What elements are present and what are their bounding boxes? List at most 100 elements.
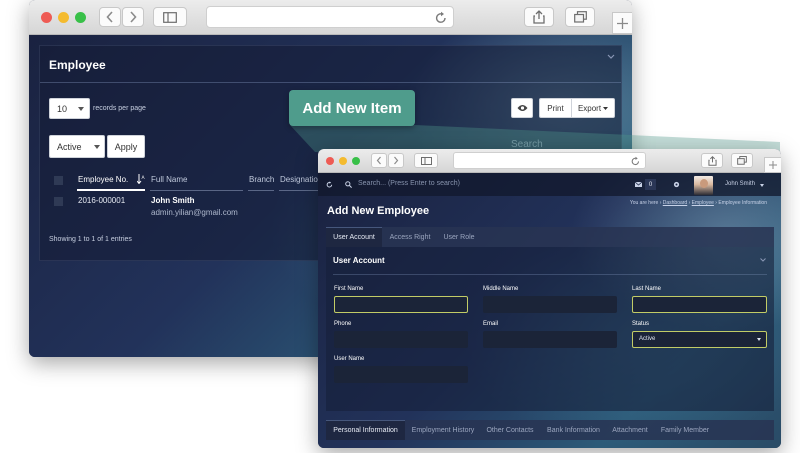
reload-icon[interactable]: [631, 156, 640, 166]
breadcrumb-dashboard[interactable]: Dashboard: [663, 200, 687, 206]
dropdown-caret-icon: [760, 184, 764, 187]
refresh-icon[interactable]: [326, 181, 333, 188]
tab-attachment[interactable]: Attachment: [608, 420, 652, 440]
form-tab-bar: User Account Access Right User Role: [326, 227, 774, 247]
status-label: Status: [632, 321, 650, 327]
column-header-full-name[interactable]: Full Name: [150, 173, 243, 191]
dropdown-caret-icon: [94, 145, 100, 149]
table-row[interactable]: 2016-000001 John Smith admin.yilian@gmai…: [49, 194, 349, 222]
forward-arrow-button[interactable]: [122, 7, 144, 27]
tab-user-role[interactable]: User Role: [437, 227, 481, 247]
column-header-employee-no[interactable]: Employee No. A: [77, 173, 145, 191]
app-header: Search... (Press Enter to search) 0 John…: [318, 173, 781, 196]
avatar-face: [700, 179, 708, 188]
user-name-label: User Name: [334, 356, 365, 362]
plus-icon: [617, 17, 628, 29]
chevron-right-icon: [394, 156, 399, 165]
reload-icon[interactable]: [435, 11, 447, 24]
forward-arrow-button[interactable]: [388, 153, 404, 168]
eye-icon: [517, 105, 528, 111]
user-menu[interactable]: John Smith: [694, 174, 774, 195]
status-select[interactable]: Active: [632, 331, 767, 348]
add-new-item-callout[interactable]: Add New Item: [289, 90, 415, 126]
share-icon: [707, 155, 717, 166]
column-header-branch[interactable]: Branch: [248, 173, 274, 191]
section-divider: [333, 274, 767, 275]
email-label: Email: [483, 321, 499, 327]
chevron-left-icon: [106, 11, 113, 23]
sidebar-toggle-button[interactable]: [414, 153, 438, 168]
export-button[interactable]: Export: [571, 98, 615, 118]
tab-family-member[interactable]: Family Member: [655, 420, 715, 440]
minimize-dot[interactable]: [58, 12, 69, 23]
tab-user-account[interactable]: User Account: [326, 227, 382, 247]
front-browser-window: Search... (Press Enter to search) 0 John…: [318, 149, 781, 448]
gear-icon[interactable]: [673, 181, 680, 188]
search-icon: [345, 181, 352, 188]
tab-other-contacts[interactable]: Other Contacts: [481, 420, 539, 440]
plus-icon: [769, 161, 777, 169]
tabs-icon: [737, 156, 747, 165]
global-search-input[interactable]: Search... (Press Enter to search): [358, 180, 460, 187]
phone-input[interactable]: [334, 331, 468, 348]
user-account-panel: User Account First Name Middle Name Last…: [326, 247, 774, 411]
breadcrumb-employee[interactable]: Employee: [692, 200, 714, 206]
collapse-chevron-icon[interactable]: [607, 54, 615, 60]
back-arrow-button[interactable]: [99, 7, 121, 27]
tab-personal-information[interactable]: Personal Information: [326, 420, 405, 440]
panel-divider: [40, 82, 621, 83]
share-button[interactable]: [701, 153, 723, 168]
share-button[interactable]: [524, 7, 554, 27]
status-filter-select[interactable]: Active: [49, 135, 105, 158]
user-name-input[interactable]: [334, 366, 468, 383]
maximize-dot[interactable]: [352, 157, 360, 165]
address-bar[interactable]: [206, 6, 454, 28]
dropdown-caret-icon: [757, 338, 761, 341]
full-name-cell[interactable]: John Smith: [151, 196, 195, 205]
table-footer: Showing 1 to 1 of 1 entries: [49, 236, 132, 243]
new-tab-button[interactable]: [764, 157, 781, 173]
user-name: John Smith: [725, 181, 756, 187]
back-arrow-button[interactable]: [371, 153, 387, 168]
last-name-input[interactable]: [632, 296, 767, 313]
visibility-toggle-button[interactable]: [511, 98, 533, 118]
minimize-dot[interactable]: [339, 157, 347, 165]
sidebar-icon: [420, 156, 432, 165]
first-name-label: First Name: [334, 286, 364, 292]
phone-label: Phone: [334, 321, 352, 327]
sort-icon[interactable]: A: [137, 174, 145, 184]
tab-access-right[interactable]: Access Right: [384, 227, 436, 247]
email-cell: admin.yilian@gmail.com: [151, 208, 238, 217]
tabs-overview-button[interactable]: [731, 153, 753, 168]
tab-employment-history[interactable]: Employment History: [408, 420, 478, 440]
info-tab-bar: Personal Information Employment History …: [326, 420, 774, 440]
avatar: [694, 176, 713, 195]
chevron-left-icon: [376, 156, 381, 165]
section-title: User Account: [333, 256, 385, 265]
close-dot[interactable]: [326, 157, 334, 165]
front-browser-toolbar: [318, 149, 781, 173]
share-icon: [533, 10, 545, 24]
panel-title: Employee: [49, 58, 106, 72]
breadcrumb: You are here › Dashboard › Employee › Em…: [629, 200, 767, 206]
dropdown-caret-icon: [78, 107, 84, 111]
page-size-select[interactable]: 10: [49, 98, 90, 119]
page-size-suffix: records per page: [93, 105, 146, 112]
row-checkbox[interactable]: [54, 197, 63, 206]
new-tab-button[interactable]: [612, 12, 632, 34]
tab-bank-information[interactable]: Bank Information: [542, 420, 605, 440]
middle-name-input[interactable]: [483, 296, 617, 313]
close-dot[interactable]: [41, 12, 52, 23]
sidebar-toggle-button[interactable]: [153, 7, 187, 27]
maximize-dot[interactable]: [75, 12, 86, 23]
tabs-overview-button[interactable]: [565, 7, 595, 27]
email-input[interactable]: [483, 331, 617, 348]
first-name-input[interactable]: [334, 296, 468, 313]
envelope-icon[interactable]: [635, 182, 642, 187]
address-bar[interactable]: [453, 152, 646, 169]
apply-button[interactable]: Apply: [107, 135, 145, 158]
print-button[interactable]: Print: [539, 98, 572, 118]
select-all-checkbox[interactable]: [54, 176, 63, 185]
front-page-content: Search... (Press Enter to search) 0 John…: [318, 173, 781, 448]
collapse-chevron-icon[interactable]: [760, 258, 766, 262]
